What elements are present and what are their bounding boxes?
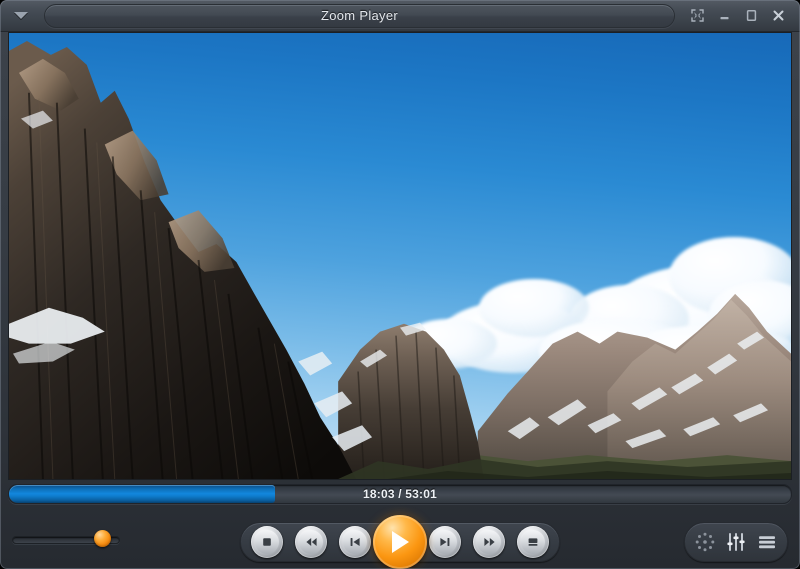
title-plate: Zoom Player bbox=[44, 3, 675, 28]
chevron-down-icon bbox=[14, 12, 28, 19]
previous-button[interactable] bbox=[339, 526, 371, 558]
maximize-button[interactable] bbox=[739, 5, 763, 27]
stop-button-face bbox=[255, 530, 279, 554]
equalizer-button[interactable] bbox=[723, 529, 749, 555]
utility-controls bbox=[684, 522, 788, 562]
previous-button-face bbox=[343, 530, 367, 554]
seek-bar[interactable]: 18:03 / 53:01 bbox=[8, 484, 792, 504]
rewind-icon bbox=[305, 538, 317, 546]
next-track-icon bbox=[440, 538, 450, 546]
equalizer-sliders-icon bbox=[727, 533, 745, 551]
next-button-face bbox=[433, 530, 457, 554]
player-window: Zoom Player 18:03 / 53:01 bbox=[0, 0, 800, 569]
play-button[interactable] bbox=[373, 515, 427, 569]
video-display[interactable] bbox=[8, 32, 792, 480]
control-bar bbox=[0, 508, 800, 569]
page-title: Zoom Player bbox=[321, 8, 398, 23]
valley-foreground-layer bbox=[9, 33, 791, 479]
hamburger-menu-icon bbox=[759, 536, 776, 549]
fast-forward-icon bbox=[483, 538, 495, 546]
menu-button[interactable] bbox=[754, 529, 780, 555]
fast-forward-button-face bbox=[477, 530, 501, 554]
eject-button[interactable] bbox=[517, 526, 549, 558]
fullscreen-expand-icon bbox=[690, 9, 704, 22]
stop-icon bbox=[263, 538, 271, 546]
rewind-button-face bbox=[299, 530, 323, 554]
minimize-button[interactable] bbox=[712, 5, 736, 27]
transport-controls bbox=[240, 515, 560, 569]
eject-icon bbox=[528, 538, 538, 546]
title-bar[interactable]: Zoom Player bbox=[0, 0, 800, 32]
volume-knob[interactable] bbox=[93, 530, 111, 547]
close-button[interactable] bbox=[766, 5, 790, 27]
fullscreen-button[interactable] bbox=[685, 5, 709, 27]
rewind-button[interactable] bbox=[295, 526, 327, 558]
navigation-wheel-button[interactable] bbox=[692, 529, 718, 555]
navigation-dots-wheel-icon bbox=[695, 532, 714, 552]
previous-track-icon bbox=[350, 538, 360, 546]
play-icon bbox=[392, 531, 409, 553]
stop-button[interactable] bbox=[251, 526, 283, 558]
fast-forward-button[interactable] bbox=[473, 526, 505, 558]
next-button[interactable] bbox=[429, 526, 461, 558]
minimize-icon bbox=[720, 17, 728, 20]
volume-slider[interactable] bbox=[12, 530, 120, 547]
eject-button-face bbox=[521, 530, 545, 554]
maximize-icon bbox=[746, 10, 756, 21]
window-controls bbox=[681, 3, 794, 29]
time-display: 18:03 / 53:01 bbox=[363, 487, 437, 501]
video-stage bbox=[9, 33, 791, 479]
close-x-icon bbox=[773, 10, 783, 21]
titlebar-menu-button[interactable] bbox=[4, 2, 38, 30]
